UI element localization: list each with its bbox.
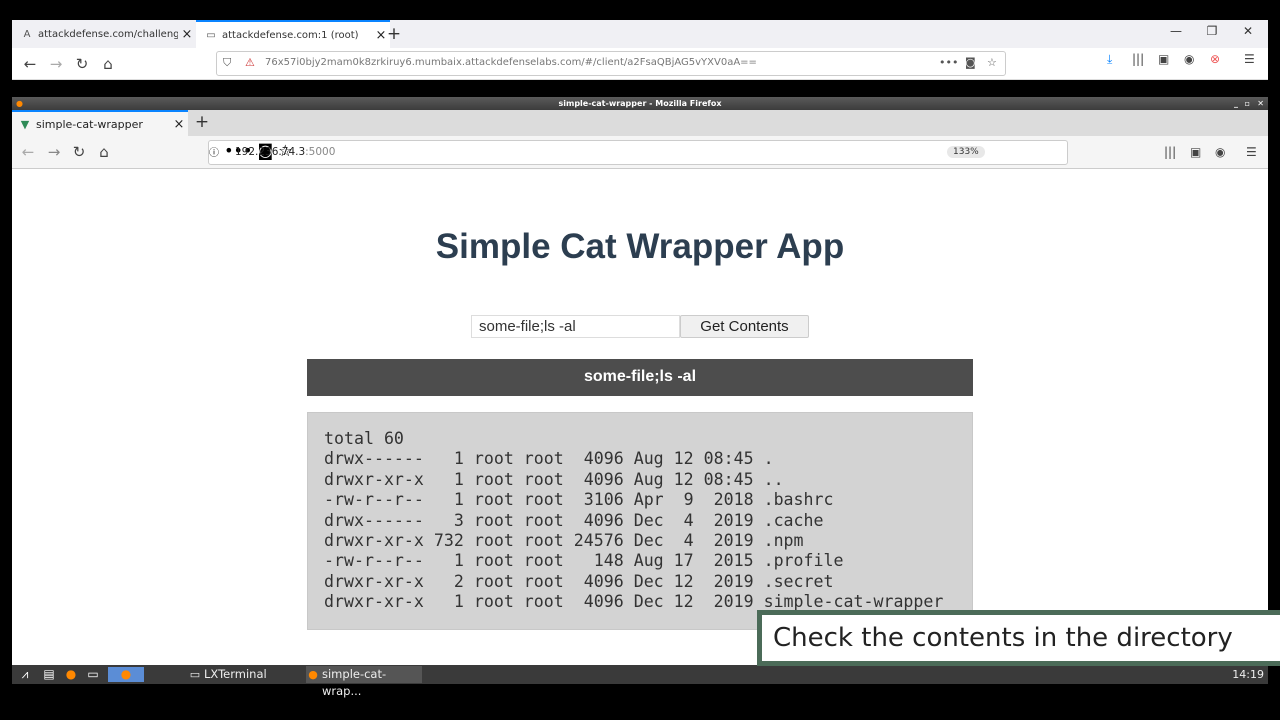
insecure-icon[interactable]: ⚠: [245, 56, 255, 69]
download-icon[interactable]: ⤓: [1107, 52, 1112, 67]
browser-launcher-icon[interactable]: ●: [108, 667, 144, 682]
outer-tab-challenge[interactable]: A attackdefense.com/challengedetails ×: [12, 20, 196, 48]
new-tab-button[interactable]: +: [192, 112, 212, 132]
filename-input[interactable]: some-file;ls -al: [471, 315, 680, 338]
vm-tab-app[interactable]: ▼ simple-cat-wrapper ×: [12, 110, 188, 136]
remote-icon: ▭: [206, 29, 216, 41]
vm-window-title: simple-cat-wrapper - Mozilla Firefox: [558, 99, 722, 108]
library-icon[interactable]: |||: [1132, 52, 1144, 66]
sidebar-icon[interactable]: ▣: [1190, 145, 1201, 159]
menu-icon[interactable]: ☰: [1244, 52, 1255, 66]
zoom-indicator[interactable]: 133%: [947, 146, 985, 158]
shield-icon[interactable]: ⛉: [223, 56, 231, 70]
task-label: LXTerminal: [204, 667, 267, 681]
back-icon[interactable]: ←: [20, 54, 40, 74]
restore-icon[interactable]: ❐: [1202, 24, 1222, 38]
caption-text: Check the contents in the directory: [762, 615, 1280, 661]
minimize-icon[interactable]: _: [1234, 97, 1238, 110]
firefox-icon: ●: [16, 99, 23, 108]
outer-tab-remote[interactable]: ▭ attackdefense.com:1 (root) ×: [196, 20, 390, 48]
firefox-icon[interactable]: ●: [62, 667, 80, 682]
output-line: drwxr-xr-x 732 root root 24576 Dec 4 201…: [324, 531, 804, 551]
get-contents-button[interactable]: Get Contents: [680, 315, 809, 338]
page-title: Simple Cat Wrapper App: [435, 227, 845, 266]
output-line: drwx------ 1 root root 4096 Aug 12 08:45…: [324, 449, 774, 469]
taskbar: ⩘ ▤ ● ▭ ● ▭ LXTerminal ● simple-cat-wrap…: [12, 665, 1268, 698]
menu-icon[interactable]: ☰: [1246, 145, 1257, 159]
vm-nav-bar: ← → ↻ ⌂ ⓘ 192.236.74.3:5000 133% ••• ◙ ☆…: [12, 136, 1268, 169]
task-label: simple-cat-wrap...: [322, 667, 387, 698]
reload-icon[interactable]: ↻: [72, 54, 92, 74]
start-menu-icon[interactable]: ⩘: [16, 667, 34, 682]
back-icon[interactable]: ←: [18, 142, 38, 162]
firefox-icon: ●: [308, 668, 318, 681]
sidebar-icon[interactable]: ▣: [1158, 52, 1169, 66]
close-icon[interactable]: ×: [170, 117, 188, 132]
taskbar-item-terminal[interactable]: ▭ LXTerminal: [188, 666, 298, 683]
url-port: :5000: [305, 146, 336, 158]
outer-tab-label: attackdefense.com:1 (root): [222, 29, 359, 41]
extension-icon[interactable]: ⊗: [1210, 52, 1220, 66]
outer-nav-bar: ← → ↻ ⌂ ⛉ ⚠ 76x57i0bjy2mam0k8zrkiruy6.mu…: [12, 48, 1268, 80]
output-line: drwx------ 3 root root 4096 Dec 4 2019 .…: [324, 510, 824, 530]
minimize-icon[interactable]: —: [1166, 24, 1186, 38]
output-line: -rw-r--r-- 1 root root 148 Aug 17 2015 .…: [324, 551, 844, 571]
video-caption: Check the contents in the directory: [757, 610, 1280, 666]
vm-tab-strip: ▼ simple-cat-wrapper × +: [12, 110, 1268, 136]
vm-url-text: 192.236.74.3:5000: [235, 146, 335, 158]
output-line: drwxr-xr-x 1 root root 4096 Aug 12 08:45…: [324, 469, 784, 489]
outer-browser: A attackdefense.com/challengedetails × ▭…: [12, 20, 1268, 80]
outer-url-text: 76x57i0bjy2mam0k8zrkiruy6.mumbaix.attack…: [265, 57, 757, 68]
home-icon[interactable]: ⌂: [94, 142, 114, 162]
vue-icon: ▼: [20, 117, 30, 131]
output-header: some-file;ls -al: [307, 359, 973, 396]
reload-icon[interactable]: ↻: [69, 142, 89, 162]
vm-tab-label: simple-cat-wrapper: [36, 117, 143, 131]
vm-firefox-window: ● simple-cat-wrapper - Mozilla Firefox _…: [12, 97, 1268, 667]
outer-url-bar[interactable]: ⛉ ⚠ 76x57i0bjy2mam0k8zrkiruy6.mumbaix.at…: [216, 51, 1006, 76]
page-content: Simple Cat Wrapper App some-file;ls -al …: [12, 169, 1268, 665]
info-icon[interactable]: ⓘ: [209, 148, 219, 159]
outer-tab-label: attackdefense.com/challengedetails: [38, 28, 178, 40]
vm-title-bar: ● simple-cat-wrapper - Mozilla Firefox _…: [12, 97, 1268, 110]
vm-url-bar[interactable]: ⓘ 192.236.74.3:5000 133% ••• ◙ ☆: [208, 140, 1068, 165]
bookmark-star-icon[interactable]: ☆: [987, 56, 997, 69]
library-icon[interactable]: |||: [1164, 145, 1176, 159]
more-icon[interactable]: •••: [939, 56, 958, 69]
close-icon[interactable]: ✕: [1257, 97, 1264, 110]
windows-icon[interactable]: ▭: [84, 667, 102, 682]
new-tab-button[interactable]: +: [384, 24, 404, 44]
output-line: total 60: [324, 429, 404, 448]
lab-icon: A: [23, 28, 31, 40]
output-line: drwxr-xr-x 2 root root 4096 Dec 12 2019 …: [324, 571, 834, 591]
account-icon[interactable]: ◉: [1184, 52, 1194, 66]
maximize-icon[interactable]: ▫: [1245, 97, 1250, 110]
clock: 14:19: [1232, 668, 1264, 681]
file-manager-icon[interactable]: ▤: [40, 667, 58, 682]
taskbar-item-firefox[interactable]: ● simple-cat-wrap...: [306, 666, 422, 698]
forward-icon[interactable]: →: [44, 142, 64, 162]
pocket-icon[interactable]: ◙: [965, 56, 976, 69]
output-box: total 60 drwx------ 1 root root 4096 Aug…: [307, 412, 973, 630]
url-host: 192.236.74.3: [235, 146, 306, 158]
outer-tab-strip: A attackdefense.com/challengedetails × ▭…: [12, 20, 1268, 48]
home-icon[interactable]: ⌂: [98, 54, 118, 74]
close-icon[interactable]: ×: [178, 27, 196, 42]
account-icon[interactable]: ◉: [1215, 145, 1225, 159]
terminal-icon: ▭: [189, 668, 201, 681]
close-window-icon[interactable]: ✕: [1238, 24, 1258, 38]
forward-icon[interactable]: →: [46, 54, 66, 74]
output-line: -rw-r--r-- 1 root root 3106 Apr 9 2018 .…: [324, 490, 834, 510]
